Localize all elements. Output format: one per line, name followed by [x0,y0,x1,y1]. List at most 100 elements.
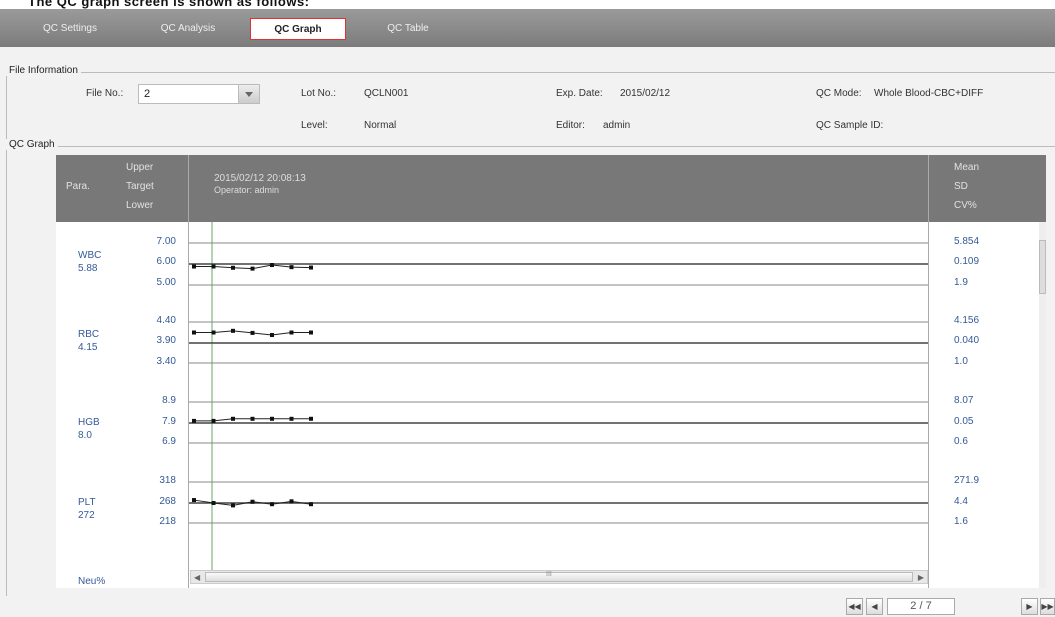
file-no-select[interactable]: 2 [138,84,260,104]
qc-graph-panel: Para. Upper Target Lower 2015/02/12 20:0… [56,155,1046,588]
wbc-cv: 1.9 [954,277,968,288]
wbc-sd: 0.109 [954,256,980,267]
hgb-sd: 0.05 [954,416,974,427]
vertical-scroll-thumb[interactable] [1039,240,1046,294]
rbc-point [309,330,313,335]
hgb-point [309,416,313,421]
rbc-point [289,330,294,335]
hgb-mean: 8.07 [954,395,974,406]
scroll-right-icon[interactable]: ▶ [918,573,924,582]
plt-point [270,502,274,507]
header-cv: CV% [954,200,977,211]
hgb-lower: 6.9 [162,436,176,447]
lot-no-value: QCLN001 [364,88,409,99]
plt-series-line [193,499,312,506]
file-info-border-top [6,72,1055,73]
scroll-grip: III [546,571,552,578]
horizontal-scroll-thumb[interactable]: III [205,571,913,582]
tab-qc-analysis[interactable]: QC Analysis [142,18,234,40]
file-no-label: File No.: [86,88,124,99]
header-operator: Operator: admin [214,185,280,195]
wbc-mean: 5.854 [954,236,980,247]
hgb-point [231,416,235,421]
header-target: Target [126,181,154,192]
graph-header: Para. Upper Target Lower 2015/02/12 20:0… [56,155,1046,222]
hgb-point [289,416,294,421]
next-page-button[interactable]: ▶ [1021,598,1038,615]
header-datetime: 2015/02/12 20:08:13 [214,173,306,184]
level-value: Normal [364,120,397,131]
first-page-button[interactable]: ◀◀ [846,598,863,615]
plt-point [231,503,235,508]
wbc-point [192,264,196,269]
rbc-cv: 1.0 [954,356,968,367]
hgb-series-line [194,418,311,422]
wbc-point [309,265,313,270]
hgb-upper: 8.9 [162,395,176,406]
plt-upper: 318 [159,475,176,486]
plt-point [250,499,255,504]
plt-sd: 4.4 [954,496,968,507]
rbc-point [250,330,255,335]
scroll-left-icon[interactable]: ◀ [194,573,200,582]
editor-label: Editor: [556,120,585,131]
wbc-point [211,264,216,269]
tab-qc-settings[interactable]: QC Settings [24,18,116,40]
vertical-scrollbar[interactable] [1039,222,1046,588]
hgb-point [211,418,216,423]
plt-point [309,502,313,507]
qc-graph-border-left [6,146,7,596]
chevron-down-icon[interactable] [238,85,259,103]
plt-point [289,499,294,504]
file-info-border-left [6,72,7,146]
prev-page-button[interactable]: ◀ [866,598,883,615]
page-indicator: 2 / 7 [887,598,955,615]
hgb-point [250,416,255,421]
wbc-lower: 5.00 [156,277,176,288]
param-plt: PLT 272 [78,497,96,521]
editor-value: admin [603,120,631,131]
header-para: Para. [66,181,90,192]
wbc-series-line [194,264,312,270]
rbc-upper: 4.40 [156,315,176,326]
hgb-point [192,418,196,423]
wbc-target: 6.00 [156,256,176,267]
exp-date-label: Exp. Date: [556,88,603,99]
last-page-button[interactable]: ▶▶ [1040,598,1055,615]
tab-qc-table[interactable]: QC Table [362,18,454,40]
horizontal-scrollbar[interactable]: ◀ III ▶ [190,570,928,584]
tab-bar: QC Settings QC Analysis QC Graph QC Tabl… [0,9,1055,47]
param-rbc: RBC 4.15 [78,329,100,353]
column-divider-left [188,155,189,588]
plt-target: 268 [159,496,176,507]
qc-graph-border-top [6,146,1055,147]
wbc-point [231,265,235,270]
param-neu: Neu% [78,576,106,587]
caption-text: The QC graph screen is shown as follows: [28,0,310,9]
qc-mode-label: QC Mode: [816,88,862,99]
wbc-point [289,265,294,270]
rbc-point [270,333,274,338]
wbc-point [270,263,274,268]
hgb-point [270,416,274,421]
qc-mode-value: Whole Blood-CBC+DIFF [874,88,984,99]
file-info-legend: File Information [6,65,81,76]
wbc-upper: 7.00 [156,236,176,247]
qc-sample-id-label: QC Sample ID: [816,120,884,131]
rbc-sd: 0.040 [954,335,980,346]
plt-lower: 218 [159,516,176,527]
tab-qc-graph[interactable]: QC Graph [250,18,346,40]
exp-date-value: 2015/02/12 [620,88,671,99]
hgb-target: 7.9 [162,416,176,427]
hgb-cv: 0.6 [954,436,968,447]
rbc-series-line [194,330,311,336]
param-hgb: HGB 8.0 [78,417,100,441]
header-mean: Mean [954,162,980,173]
rbc-target: 3.90 [156,335,176,346]
rbc-point [192,330,196,335]
header-upper: Upper [126,162,154,173]
param-wbc: WBC 5.88 [78,250,102,274]
rbc-point [231,328,235,333]
header-sd: SD [954,181,968,192]
wbc-point [250,266,255,271]
